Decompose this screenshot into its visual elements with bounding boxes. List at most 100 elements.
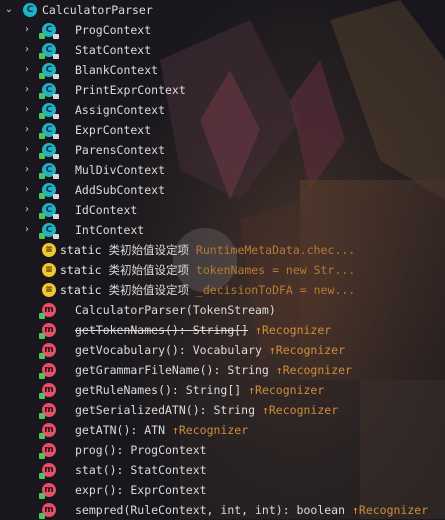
class-name: AddSubContext: [75, 183, 166, 197]
method-signature: CalculatorParser(TokenStream): [75, 303, 276, 317]
class-icon: C: [39, 223, 59, 239]
class-icon: C: [39, 163, 59, 179]
pin-icon: [53, 234, 59, 239]
method-icon: m: [39, 463, 56, 479]
method-icon: m: [39, 303, 56, 319]
chevron-right-icon[interactable]: ›: [21, 140, 33, 160]
class-name: StatContext: [75, 43, 152, 57]
public-lock-icon: [39, 213, 45, 219]
tree-row-class[interactable]: › C ParensContext: [0, 140, 445, 160]
method-label: getRuleNames(): String[] ↑Recognizer: [75, 380, 324, 400]
class-icon: C: [39, 123, 59, 139]
method-label: expr(): ExprContext: [75, 480, 207, 500]
method-label: getSerializedATN(): String ↑Recognizer: [75, 400, 338, 420]
class-name: IdContext: [75, 203, 138, 217]
tree-row-class[interactable]: › C ExprContext: [0, 120, 445, 140]
tree-row-method[interactable]: m getGrammarFileName(): String ↑Recogniz…: [0, 360, 445, 380]
method-signature: getVocabulary(): Vocabulary: [75, 343, 262, 357]
chevron-right-icon[interactable]: ›: [21, 200, 33, 220]
tree-row-method[interactable]: m getVocabulary(): Vocabulary ↑Recognize…: [0, 340, 445, 360]
method-signature: getTokenNames(): String[]: [75, 323, 249, 337]
method-icon: m: [39, 403, 56, 419]
public-lock-icon: [39, 133, 45, 139]
public-lock-icon: [39, 153, 45, 159]
tree-row-method[interactable]: m getTokenNames(): String[] ↑Recognizer: [0, 320, 445, 340]
chevron-right-icon[interactable]: ›: [21, 120, 33, 140]
tree-row-field[interactable]: ≡ static 类初始值设定项 _decisionToDFA = new...: [0, 280, 445, 300]
chevron-right-icon[interactable]: ›: [21, 20, 33, 40]
field-hint: _decisionToDFA = new...: [195, 283, 356, 297]
method-label: CalculatorParser(TokenStream): [75, 300, 276, 320]
field-hint: RuntimeMetaData.chec...: [195, 243, 356, 257]
tree-row-method[interactable]: m sempred(RuleContext, int, int): boolea…: [0, 500, 445, 520]
public-lock-icon: [39, 393, 45, 399]
class-icon: C: [39, 83, 59, 99]
tree-row-class[interactable]: › C AssignContext: [0, 100, 445, 120]
method-signature: getGrammarFileName(): String: [75, 363, 269, 377]
tree-row-field[interactable]: ≡ static 类初始值设定项 RuntimeMetaData.chec...: [0, 240, 445, 260]
method-label: prog(): ProgContext: [75, 440, 207, 460]
tree-row-field[interactable]: ≡ static 类初始值设定项 tokenNames = new Str...: [0, 260, 445, 280]
static-field-icon: ≡: [42, 243, 56, 257]
tree-row-class[interactable]: › C AddSubContext: [0, 180, 445, 200]
method-label: sempred(RuleContext, int, int): boolean …: [75, 500, 428, 520]
public-lock-icon: [39, 373, 45, 379]
public-lock-icon: [39, 473, 45, 479]
tree-row-method[interactable]: m prog(): ProgContext: [0, 440, 445, 460]
pin-icon: [53, 54, 59, 59]
static-field-icon: ≡: [42, 283, 56, 297]
field-label: static 类初始值设定项 _decisionToDFA = new...: [60, 280, 355, 300]
public-lock-icon: [39, 413, 45, 419]
field-modifier: static: [60, 283, 102, 297]
method-icon: m: [39, 483, 56, 499]
tree-row-method[interactable]: m expr(): ExprContext: [0, 480, 445, 500]
tree-row-method[interactable]: m getRuleNames(): String[] ↑Recognizer: [0, 380, 445, 400]
class-icon: C: [39, 23, 59, 39]
method-label: getTokenNames(): String[] ↑Recognizer: [75, 320, 331, 340]
tree-row-method[interactable]: m stat(): StatContext: [0, 460, 445, 480]
tree-row-class[interactable]: › C IdContext: [0, 200, 445, 220]
chevron-right-icon[interactable]: ›: [21, 100, 33, 120]
chevron-right-icon[interactable]: ›: [21, 160, 33, 180]
tree-row-class[interactable]: › C StatContext: [0, 40, 445, 60]
public-lock-icon: [39, 433, 45, 439]
public-lock-icon: [39, 353, 45, 359]
tree-row-root[interactable]: ⌄ C CalculatorParser: [0, 0, 445, 20]
class-name: BlankContext: [75, 63, 159, 77]
field-modifier: static: [60, 243, 102, 257]
public-lock-icon: [39, 33, 45, 39]
method-signature: getATN(): ATN: [75, 423, 166, 437]
class-name: ParensContext: [75, 143, 166, 157]
chevron-right-icon[interactable]: ›: [21, 180, 33, 200]
chevron-right-icon[interactable]: ›: [21, 60, 33, 80]
method-signature: getSerializedATN(): String: [75, 403, 256, 417]
public-lock-icon: [39, 193, 45, 199]
tree-row-class[interactable]: › C ProgContext: [0, 20, 445, 40]
method-label: getGrammarFileName(): String ↑Recognizer: [75, 360, 352, 380]
tree-row-class[interactable]: › C IntContext: [0, 220, 445, 240]
method-icon: m: [39, 343, 56, 359]
method-hint: ↑Recognizer: [268, 343, 346, 357]
tree-row-class[interactable]: › C PrintExprContext: [0, 80, 445, 100]
public-lock-icon: [39, 113, 45, 119]
class-icon: C: [39, 183, 59, 199]
tree-row-method[interactable]: m CalculatorParser(TokenStream): [0, 300, 445, 320]
method-icon: m: [39, 443, 56, 459]
field-hint: tokenNames = new Str...: [195, 263, 356, 277]
chevron-down-icon[interactable]: ⌄: [3, 0, 15, 20]
field-name: 类初始值设定项: [108, 243, 189, 257]
class-name: IntContext: [75, 223, 145, 237]
chevron-right-icon[interactable]: ›: [21, 80, 33, 100]
tree-row-class[interactable]: › C MulDivContext: [0, 160, 445, 180]
class-icon: C: [39, 103, 59, 119]
tree-row-method[interactable]: m getSerializedATN(): String ↑Recognizer: [0, 400, 445, 420]
tree-row-method[interactable]: m getATN(): ATN ↑Recognizer: [0, 420, 445, 440]
method-label: getVocabulary(): Vocabulary ↑Recognizer: [75, 340, 345, 360]
method-signature: expr(): ExprContext: [75, 483, 207, 497]
method-signature: prog(): ProgContext: [75, 443, 207, 457]
class-icon: C: [23, 3, 37, 17]
chevron-right-icon[interactable]: ›: [21, 220, 33, 240]
tree-row-class[interactable]: › C BlankContext: [0, 60, 445, 80]
root-class-name: CalculatorParser: [42, 3, 153, 17]
chevron-right-icon[interactable]: ›: [21, 40, 33, 60]
